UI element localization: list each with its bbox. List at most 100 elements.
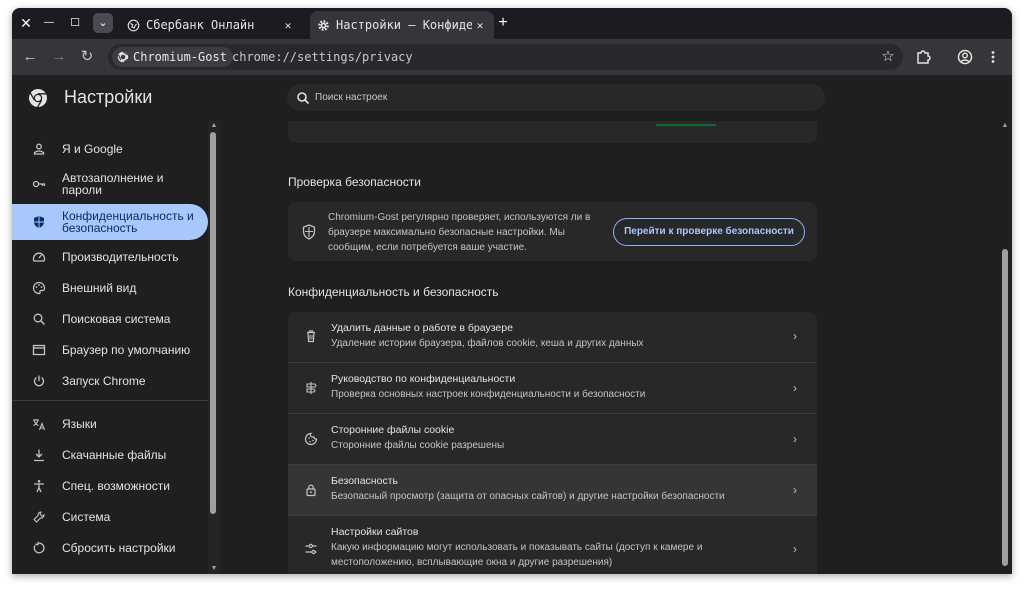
chevron-right-icon: ›	[793, 432, 797, 446]
privacy-section-heading: Конфиденциальность и безопасность	[288, 285, 499, 299]
browser-window: ✕ — ☐ ⌄ Сбербанк Онлайн ✕ Настройки – Ко…	[12, 8, 1012, 574]
back-button[interactable]: ←	[19, 46, 41, 68]
tab-close-icon[interactable]: ✕	[280, 19, 296, 32]
main-scrollbar[interactable]: ▲	[998, 121, 1012, 574]
row-privacy-guide[interactable]: Руководство по конфиденциальности Провер…	[288, 362, 817, 413]
translate-icon	[32, 417, 46, 431]
speedometer-icon	[32, 250, 46, 264]
profile-icon[interactable]	[954, 46, 976, 68]
tab-close-icon[interactable]: ✕	[472, 19, 488, 32]
gear-icon	[316, 18, 330, 32]
chevron-right-icon: ›	[793, 381, 797, 395]
chevron-right-icon: ›	[793, 329, 797, 343]
power-icon	[32, 374, 46, 388]
shield-icon	[302, 224, 316, 240]
search-icon	[32, 312, 46, 326]
sidebar-item-performance[interactable]: Производительность	[12, 242, 208, 272]
download-icon	[32, 448, 46, 462]
sidebar-item-downloads[interactable]: Скачанные файлы	[12, 440, 208, 470]
sidebar-scrollbar-thumb[interactable]	[210, 132, 216, 514]
sidebar-item-on-startup[interactable]: Запуск Chrome	[12, 366, 208, 396]
chrome-logo-icon	[28, 88, 48, 108]
sidebar-item-system[interactable]: Система	[12, 502, 208, 532]
tab-title: Настройки – Конфиденциальность	[336, 18, 472, 32]
search-icon	[296, 91, 310, 105]
row-subtitle: Безопасный просмотр (защита от опасных с…	[331, 491, 725, 502]
sidebar-item-default-browser[interactable]: Браузер по умолчанию	[12, 335, 208, 365]
row-site-settings[interactable]: Настройки сайтов Какую информацию могут …	[288, 515, 817, 574]
site-info-chip[interactable]: Chromium-Gost	[112, 47, 233, 67]
scroll-down-arrow-icon[interactable]: ▼	[209, 565, 219, 573]
sidebar-item-reset[interactable]: Сбросить настройки	[12, 533, 208, 563]
row-title: Безопасность	[331, 475, 398, 487]
settings-header: Настройки	[12, 75, 1012, 121]
sidebar-divider	[12, 400, 208, 401]
safety-check-description: Chromium-Gost регулярно проверяет, испол…	[328, 212, 591, 253]
window-minimize-icon[interactable]: —	[40, 14, 58, 32]
reset-icon	[32, 541, 46, 555]
tab-strip: ✕ — ☐ ⌄ Сбербанк Онлайн ✕ Настройки – Ко…	[12, 8, 1012, 39]
scroll-up-arrow-icon[interactable]: ▲	[209, 122, 219, 130]
wrench-icon	[32, 510, 46, 524]
browser-window-icon	[32, 343, 46, 357]
address-bar[interactable]: Chromium-Gost chrome://settings/privacy …	[108, 44, 903, 70]
sidebar-scrollbar[interactable]: ▲ ▼	[208, 121, 220, 574]
tab-settings[interactable]: Настройки – Конфиденциальность ✕	[310, 11, 494, 39]
sidebar-item-label: Конфиденциальность и безопасность	[62, 209, 194, 235]
sidebar-item-label: Автозаполнение и пароли	[62, 171, 164, 197]
url-text[interactable]: chrome://settings/privacy	[232, 50, 413, 64]
row-subtitle: Сторонние файлы cookie разрешены	[331, 440, 505, 451]
chromium-icon	[117, 51, 129, 63]
sidebar-item-label: Производительность	[62, 250, 179, 264]
sidebar-item-label: Запуск Chrome	[62, 374, 146, 388]
safety-check-heading: Проверка безопасности	[288, 175, 421, 189]
lock-icon	[304, 483, 318, 497]
row-third-party-cookies[interactable]: Сторонние файлы cookie Сторонние файлы c…	[288, 413, 817, 464]
key-icon	[32, 177, 46, 191]
sidebar-item-search-engine[interactable]: Поисковая система	[12, 304, 208, 334]
privacy-guide-icon	[304, 381, 318, 395]
sidebar-item-languages[interactable]: Языки	[12, 409, 208, 439]
settings-search[interactable]	[287, 84, 825, 111]
new-tab-button[interactable]: +	[494, 14, 512, 32]
sidebar-item-label: Скачанные файлы	[62, 448, 167, 462]
sidebar-item-privacy[interactable]: Конфиденциальность и безопасность	[12, 204, 208, 240]
scroll-up-arrow-icon[interactable]: ▲	[1000, 122, 1010, 130]
tab-search-icon[interactable]: ⌄	[93, 13, 113, 33]
window-maximize-icon[interactable]: ☐	[66, 14, 84, 32]
search-input[interactable]	[315, 92, 715, 103]
row-clear-browsing-data[interactable]: Удалить данные о работе в браузере Удале…	[288, 312, 817, 362]
sidebar-item-autofill[interactable]: Автозаполнение и пароли	[12, 166, 208, 202]
palette-icon	[32, 281, 46, 295]
page-title: Настройки	[64, 87, 153, 107]
accessibility-icon	[32, 479, 46, 493]
toolbar: ← → ↻ Chromium-Gost chrome://settings/pr…	[12, 39, 1012, 75]
extensions-icon[interactable]	[912, 46, 934, 68]
menu-kebab-icon[interactable]	[982, 46, 1004, 68]
reload-button[interactable]: ↻	[76, 46, 98, 68]
forward-button[interactable]: →	[48, 46, 70, 68]
window-close-icon[interactable]: ✕	[17, 14, 35, 32]
site-chip-label: Chromium-Gost	[133, 50, 227, 64]
row-title: Настройки сайтов	[331, 526, 419, 538]
row-subtitle: Какую информацию могут использовать и по…	[331, 542, 703, 568]
sidebar-item-label: Браузер по умолчанию	[62, 343, 191, 357]
chevron-right-icon: ›	[793, 542, 797, 556]
run-safety-check-button[interactable]: Перейти к проверке безопасности	[613, 218, 805, 246]
sidebar-item-you-and-google[interactable]: Я и Google	[12, 134, 208, 164]
chevron-right-icon: ›	[793, 483, 797, 497]
bookmark-star-icon[interactable]: ☆	[877, 46, 899, 68]
sidebar-item-appearance[interactable]: Внешний вид	[12, 273, 208, 303]
row-security[interactable]: Безопасность Безопасный просмотр (защита…	[288, 464, 817, 515]
tab-sberbank[interactable]: Сбербанк Онлайн ✕	[120, 11, 302, 39]
person-icon	[32, 142, 46, 156]
sidebar-item-accessibility[interactable]: Спец. возможности	[12, 471, 208, 501]
sidebar-item-label: Языки	[62, 417, 97, 431]
safety-check-card: Chromium-Gost регулярно проверяет, испол…	[288, 202, 817, 261]
cookie-icon	[304, 432, 318, 446]
main-scrollbar-thumb[interactable]	[1002, 249, 1008, 566]
trash-icon	[304, 329, 318, 343]
sidebar-item-label: Поисковая система	[62, 312, 171, 326]
tune-icon	[304, 542, 318, 556]
previous-card	[288, 121, 817, 143]
